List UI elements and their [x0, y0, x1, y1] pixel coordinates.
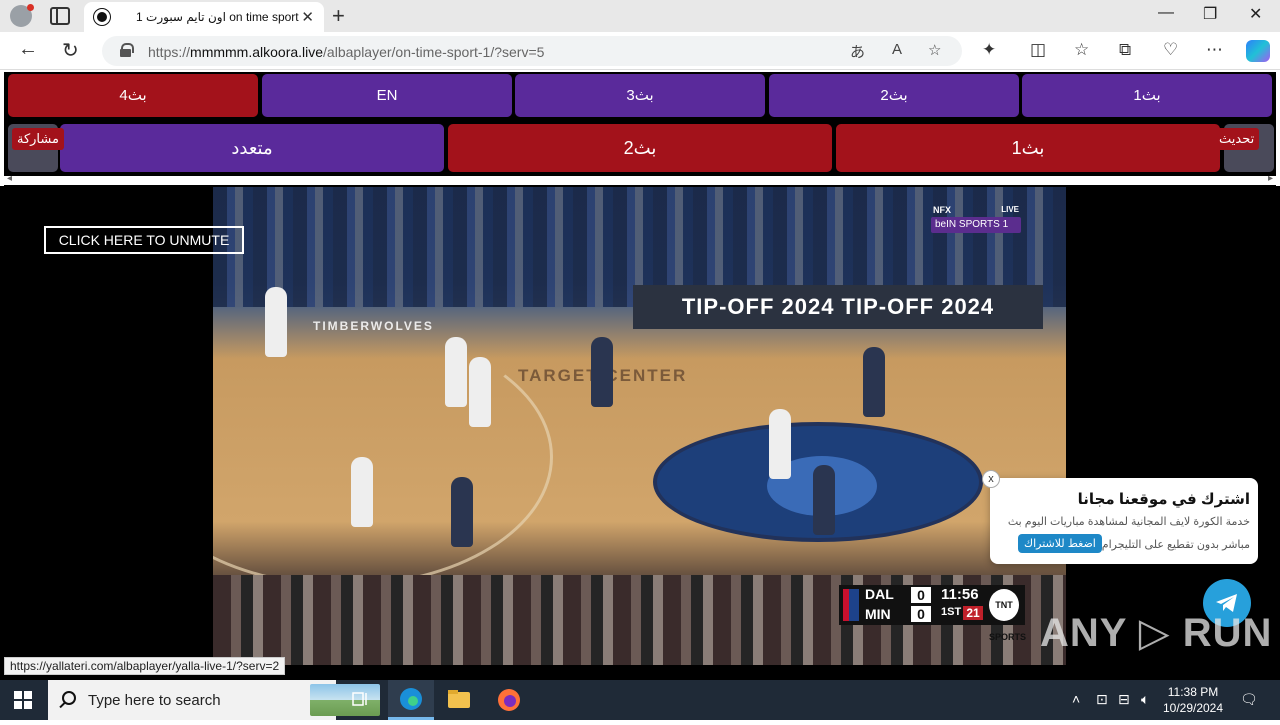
taskbar-search-box[interactable]: Type here to search — [48, 680, 336, 720]
stream-4-button[interactable]: بث4 — [8, 74, 258, 117]
address-toolbar: ← ↻ https://mmmmm.alkoora.live/albaplaye… — [0, 32, 1280, 70]
windows-taskbar: Type here to search ˄ ⊡ ⊟ 🔈︎ 11:38 PM 10… — [0, 680, 1280, 720]
player — [469, 357, 491, 427]
channel-logo: NFX LIVE beIN SPORTS 1 — [931, 209, 1021, 235]
workspaces-icon[interactable] — [50, 7, 70, 25]
horizontal-scrollbar[interactable]: ◂ ▸ — [4, 176, 1276, 185]
new-tab-button[interactable]: + — [332, 3, 345, 29]
player — [445, 337, 467, 407]
maximize-button[interactable]: ❐ — [1203, 4, 1217, 24]
url-text[interactable]: https://mmmmm.alkoora.live/albaplayer/on… — [148, 44, 544, 60]
copilot-icon[interactable] — [1246, 40, 1270, 62]
share-label[interactable]: مشاركة — [12, 128, 64, 150]
tab-close-icon[interactable]: ✕ — [301, 8, 314, 26]
network-icon[interactable]: ⊟ — [1118, 691, 1130, 708]
search-placeholder: Type here to search — [88, 692, 221, 709]
back-button[interactable]: ← — [18, 38, 38, 61]
player — [863, 347, 885, 417]
popup-text-line-2: مباشر بدون تقطيع على التليجرام — [1102, 538, 1250, 551]
browser-essentials-icon[interactable]: ♡ — [1163, 40, 1178, 60]
tab-strip: اون تايم سبورت 1 on time sport ✕ + — ❐ ✕ — [0, 0, 1280, 32]
collections-icon[interactable]: ⧉ — [1119, 40, 1131, 60]
start-button-windows-icon[interactable] — [14, 691, 32, 709]
address-bar[interactable]: https://mmmmm.alkoora.live/albaplayer/on… — [102, 36, 962, 66]
tray-app-icon[interactable]: ⊡ — [1096, 691, 1108, 708]
close-window-button[interactable]: ✕ — [1249, 4, 1262, 24]
favorite-star-icon[interactable]: ☆ — [928, 41, 941, 59]
firefox-icon[interactable] — [486, 680, 532, 720]
subscribe-button[interactable]: اضغط للاشتراك — [1018, 534, 1102, 553]
status-bar-url: https://yallateri.com/albaplayer/yalla-l… — [4, 657, 285, 675]
multi-stream-button[interactable]: متعدد — [60, 124, 444, 172]
close-popup-button[interactable]: x — [982, 470, 1000, 488]
tab-title: اون تايم سبورت 1 on time sport — [136, 10, 299, 24]
subscribe-popup: x اشترك في موقعنا مجانا خدمة الكورة لايف… — [990, 478, 1258, 564]
extensions-icon[interactable]: ✦ — [982, 40, 996, 60]
scroll-left-icon[interactable]: ◂ — [7, 173, 12, 184]
minimize-button[interactable]: — — [1158, 4, 1174, 22]
volume-icon[interactable]: 🔈︎ — [1141, 691, 1149, 708]
player — [451, 477, 473, 547]
player — [591, 337, 613, 407]
read-aloud-icon[interactable]: A — [892, 41, 902, 58]
english-stream-button[interactable]: EN — [262, 74, 512, 117]
ad-board: TIP-OFF 2024 TIP-OFF 2024 — [633, 285, 1043, 329]
stream-3-button[interactable]: بث3 — [515, 74, 765, 117]
stream-1-button[interactable]: بث1 — [1022, 74, 1272, 117]
player — [769, 409, 791, 479]
player — [351, 457, 373, 527]
favorites-icon[interactable]: ☆ — [1074, 40, 1089, 60]
nba-logo-icon — [843, 589, 859, 621]
scoreboard: DAL 0 MIN 0 11:56 1ST 21 TNT SPORTS — [839, 585, 1025, 625]
player — [265, 287, 287, 357]
stream-2-button[interactable]: بث2 — [769, 74, 1019, 117]
anyrun-watermark: ANY ▷ RUN — [1040, 610, 1272, 656]
unmute-button[interactable]: CLICK HERE TO UNMUTE — [44, 226, 244, 254]
notifications-icon[interactable]: 🗨︎ — [1240, 691, 1258, 708]
server-2-button[interactable]: بث2 — [448, 124, 832, 172]
search-icon — [62, 691, 76, 705]
active-tab[interactable]: اون تايم سبورت 1 on time sport ✕ — [84, 2, 324, 32]
video-player[interactable]: TIP-OFF 2024 TIP-OFF 2024 TIMBERWOLVES T… — [213, 187, 1066, 665]
tnt-sports-logo: TNT SPORTS — [989, 589, 1019, 621]
task-view-icon[interactable] — [338, 680, 384, 720]
reload-button[interactable]: ↻ — [62, 38, 79, 63]
translate-icon[interactable]: あ — [850, 41, 865, 62]
player — [813, 465, 835, 535]
refresh-label[interactable]: تحديث — [1214, 128, 1259, 150]
edge-taskbar-icon[interactable] — [388, 680, 434, 720]
popup-title: اشترك في موقعنا مجانا — [1078, 490, 1250, 508]
server-1-button[interactable]: بث1 — [836, 124, 1220, 172]
show-hidden-icons-chevron-icon[interactable]: ˄ — [1072, 691, 1080, 707]
file-explorer-icon[interactable] — [436, 680, 482, 720]
popup-text-line-1: خدمة الكورة لايف المجانية لمشاهدة مباريا… — [1008, 515, 1250, 528]
page-viewport: بث4 EN بث3 بث2 بث1 متعدد بث2 بث1 مشاركة … — [0, 70, 1280, 680]
soccer-ball-favicon-icon — [94, 9, 110, 25]
lock-icon[interactable] — [120, 43, 131, 57]
scroll-right-icon[interactable]: ▸ — [1268, 173, 1273, 184]
settings-menu-icon[interactable]: ⋯ — [1206, 40, 1223, 60]
split-screen-icon[interactable]: ◫ — [1030, 40, 1046, 60]
profile-avatar-icon[interactable] — [10, 5, 32, 27]
taskbar-clock[interactable]: 11:38 PM 10/29/2024 — [1158, 684, 1228, 716]
